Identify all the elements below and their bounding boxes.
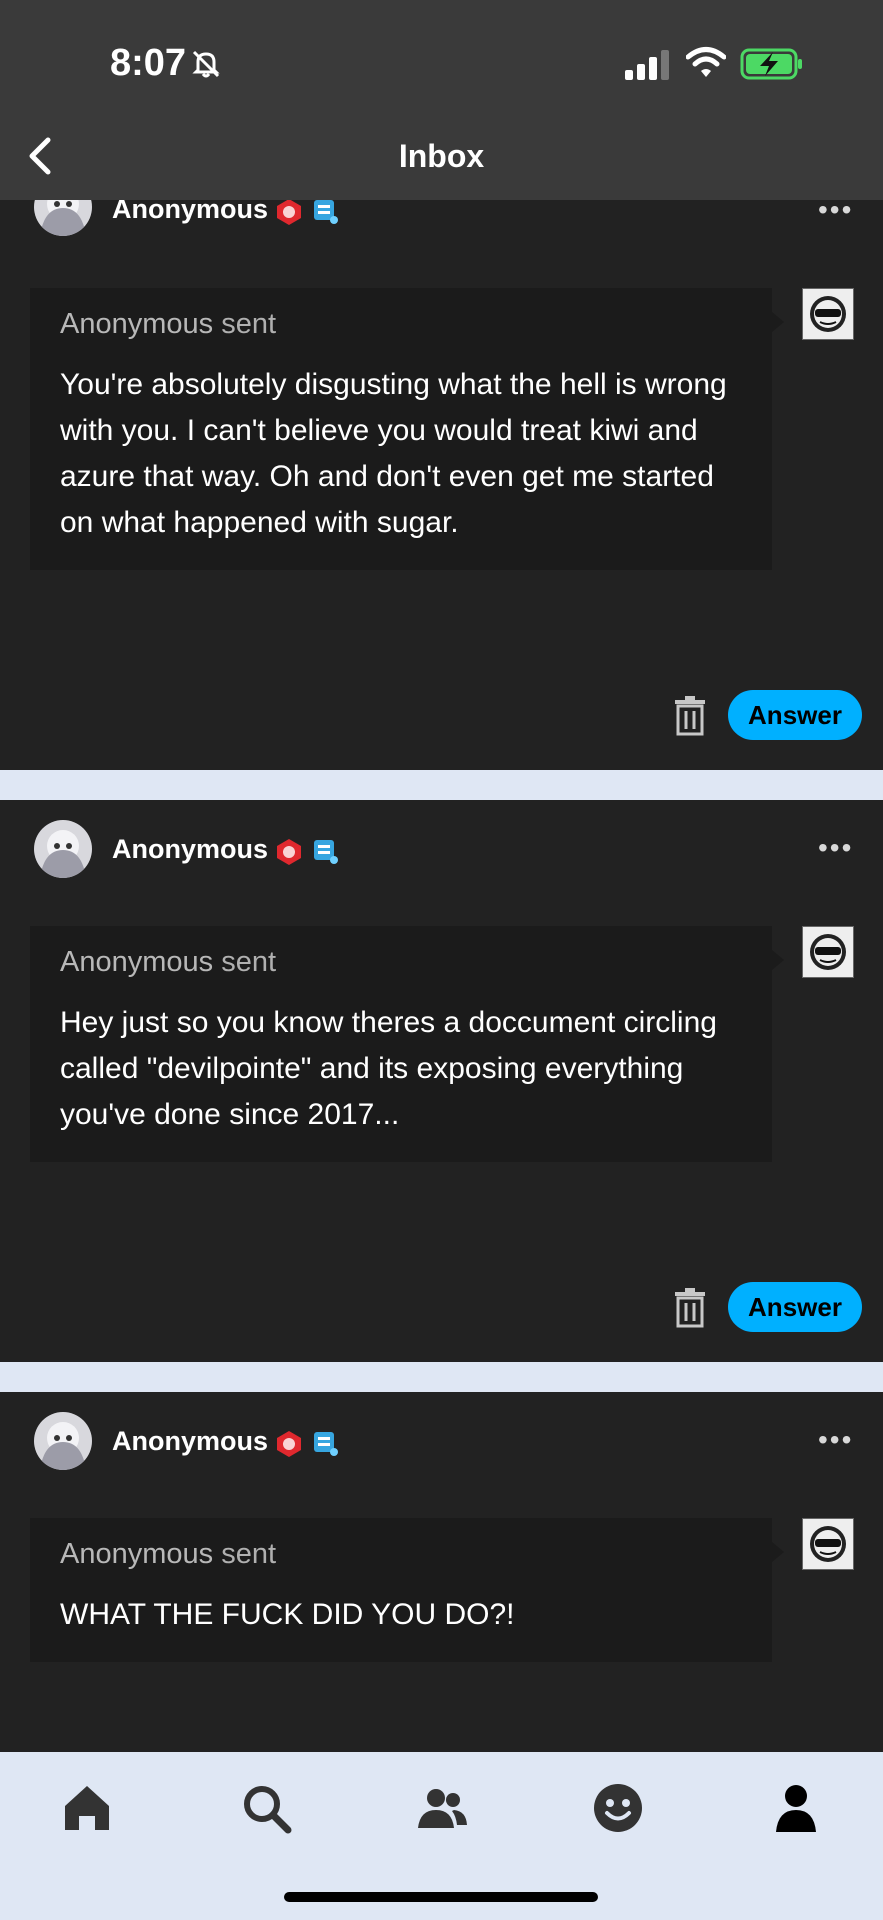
smiley-icon[interactable] xyxy=(590,1780,646,1836)
wifi-icon xyxy=(686,47,726,77)
message-bubble: Anonymous sent Hey just so you know ther… xyxy=(30,926,784,1162)
red-hexagon-badge-icon xyxy=(277,1431,301,1457)
page-title: Inbox xyxy=(398,138,485,174)
bubble-tail xyxy=(772,312,784,332)
answer-button[interactable]: Answer xyxy=(728,1282,862,1332)
sunglasses-face-icon[interactable] xyxy=(802,1518,854,1570)
home-indicator xyxy=(284,1892,598,1902)
sender-name: Anonymous xyxy=(60,1538,214,1570)
trash-icon[interactable] xyxy=(674,1288,706,1328)
bell-off-icon xyxy=(192,50,220,78)
sent-label: sent xyxy=(221,1538,277,1570)
message-card: Anonymous ••• Anonymous sent WHAT THE FU… xyxy=(0,1392,883,1752)
more-options-icon[interactable]: ••• xyxy=(818,1424,853,1456)
avatar[interactable] xyxy=(34,1412,92,1470)
bubble-tail xyxy=(772,1542,784,1562)
sunglasses-face-icon[interactable] xyxy=(802,288,854,340)
message-card: Anonymous ••• Anonymous sent You're abso… xyxy=(0,178,883,770)
answer-button[interactable]: Answer xyxy=(728,690,862,740)
blue-sticker-badge-icon xyxy=(314,840,338,864)
status-and-nav-bar: 8:07 Inbox xyxy=(0,0,883,200)
message-text: WHAT THE FUCK DID YOU DO?! xyxy=(60,1598,515,1631)
battery-charging-icon xyxy=(740,48,802,80)
red-hexagon-badge-icon xyxy=(277,199,301,225)
sent-label: sent xyxy=(221,946,277,978)
sent-label: sent xyxy=(221,308,277,340)
message-text: You're absolutely disgusting what the he… xyxy=(60,368,727,539)
status-time: 8:07 xyxy=(110,42,187,84)
message-bubble: Anonymous sent WHAT THE FUCK DID YOU DO?… xyxy=(30,1518,784,1662)
red-hexagon-badge-icon xyxy=(277,839,301,865)
sender-line: Anonymous sent xyxy=(60,308,276,341)
sender-name: Anonymous xyxy=(60,308,214,340)
blue-sticker-badge-icon xyxy=(314,1432,338,1456)
message-card: Anonymous ••• Anonymous sent Hey just so… xyxy=(0,800,883,1362)
username[interactable]: Anonymous xyxy=(112,1426,268,1457)
bubble-tail xyxy=(772,950,784,970)
blue-sticker-badge-icon xyxy=(314,200,338,224)
message-text: Hey just so you know theres a doccument … xyxy=(60,1006,717,1131)
sunglasses-face-icon[interactable] xyxy=(802,926,854,978)
avatar[interactable] xyxy=(34,820,92,878)
message-bubble: Anonymous sent You're absolutely disgust… xyxy=(30,288,784,570)
trash-icon[interactable] xyxy=(674,696,706,736)
sender-line: Anonymous sent xyxy=(60,946,276,979)
cellular-signal-icon xyxy=(625,50,669,80)
people-icon[interactable] xyxy=(414,1780,470,1836)
home-icon[interactable] xyxy=(59,1780,115,1836)
more-options-icon[interactable]: ••• xyxy=(818,832,853,864)
sender-name: Anonymous xyxy=(60,946,214,978)
account-icon[interactable] xyxy=(768,1780,824,1836)
search-icon[interactable] xyxy=(238,1780,294,1836)
username[interactable]: Anonymous xyxy=(112,834,268,865)
sender-line: Anonymous sent xyxy=(60,1538,276,1571)
